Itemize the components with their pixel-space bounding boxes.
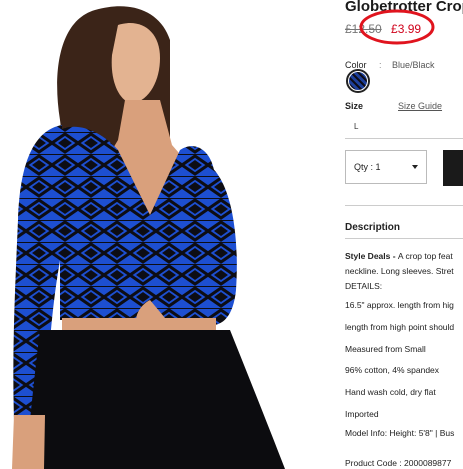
description-line: 16.5" approx. length from hig xyxy=(345,300,454,310)
divider xyxy=(345,205,463,206)
description-line: length from high point should xyxy=(345,322,455,332)
quantity-label: Qty : 1 xyxy=(354,162,381,172)
product-code: Product Code : 2000089877 xyxy=(345,458,452,468)
size-guide-link[interactable]: Size Guide xyxy=(398,101,442,111)
color-swatch-blue-black[interactable] xyxy=(346,69,370,93)
description-text: A crop top feat xyxy=(397,251,453,261)
chevron-down-icon xyxy=(412,165,418,169)
quantity-select[interactable]: Qty : 1 xyxy=(345,150,427,184)
description-line: Model Info: Height: 5'8" | Bus xyxy=(345,428,455,438)
description-title: Description xyxy=(345,222,401,233)
swatch-pattern xyxy=(349,72,367,90)
divider xyxy=(345,138,463,139)
description-line: Measured from Small xyxy=(345,344,426,354)
product-image xyxy=(0,0,300,469)
product-info-panel: Globetrotter Crop £12.50 £3.99 Color : B… xyxy=(300,0,463,469)
size-label: Size xyxy=(345,101,364,111)
description-line: Imported xyxy=(345,409,379,419)
color-value: Blue/Black xyxy=(391,60,435,70)
description-bold: Style Deals - xyxy=(345,251,398,261)
description-line: 96% cotton, 4% spandex xyxy=(345,365,440,375)
description-line: Style Deals - A crop top feat xyxy=(345,251,453,261)
description-line: DETAILS: xyxy=(345,281,383,291)
divider xyxy=(345,238,463,239)
model-photo-illustration xyxy=(0,0,300,469)
description-line: Hand wash cold, dry flat xyxy=(345,387,436,397)
annotation-circle xyxy=(359,9,435,45)
add-to-bag-button[interactable] xyxy=(443,150,463,186)
size-option-l[interactable]: L xyxy=(354,122,358,131)
color-separator: : xyxy=(378,60,382,70)
description-line: neckline. Long sleeves. Stret xyxy=(345,266,454,276)
